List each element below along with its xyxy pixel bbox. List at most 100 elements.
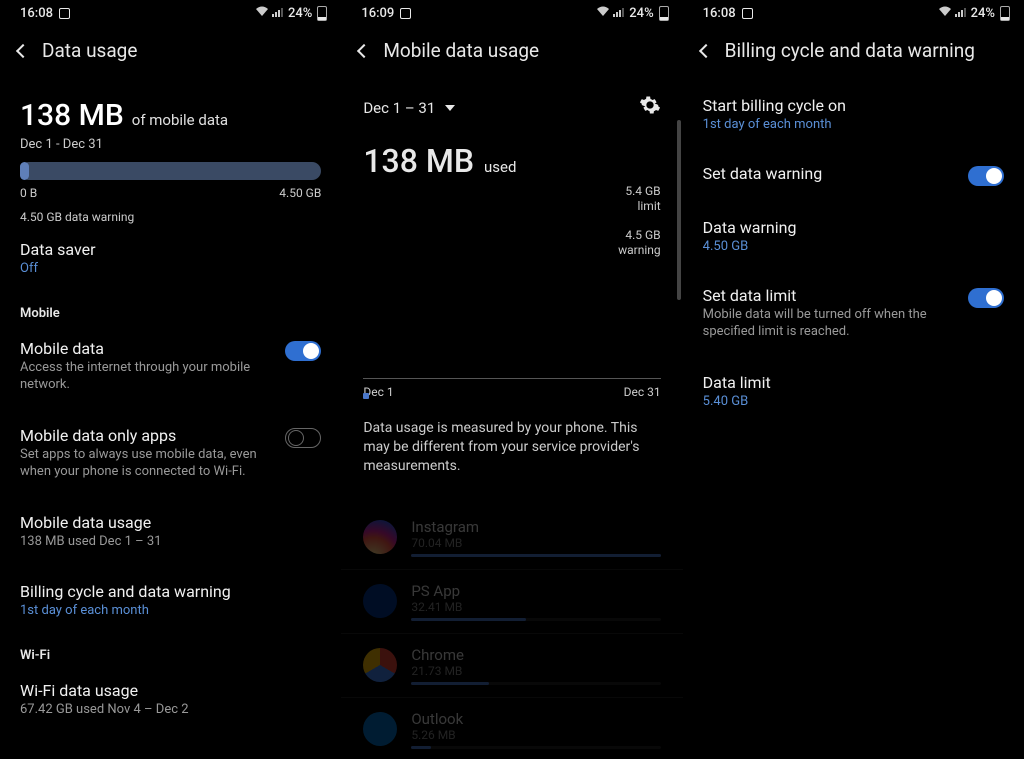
app-name: Outlook	[411, 710, 660, 728]
billing-cycle-row[interactable]: Billing cycle and data warning 1st day o…	[0, 566, 341, 634]
signal-icon	[272, 6, 285, 21]
set-warning-toggle[interactable]	[968, 166, 1004, 186]
wifi-icon	[596, 6, 610, 21]
wifi-usage-desc: 67.42 GB used Nov 4 – Dec 2	[20, 702, 321, 719]
signal-icon	[955, 6, 968, 21]
data-warning-value: 4.50 GB	[703, 239, 1004, 254]
app-size: 5.26 MB	[411, 728, 660, 742]
mobile-data-row[interactable]: Mobile data Access the internet through …	[0, 323, 341, 410]
chevron-down-icon	[445, 105, 455, 111]
back-icon[interactable]	[357, 43, 371, 57]
mobile-usage-desc: 138 MB used Dec 1 – 31	[20, 534, 321, 551]
back-icon[interactable]	[699, 43, 713, 57]
app-row[interactable]: Instagram 70.04 MB	[341, 506, 682, 570]
battery-icon	[659, 6, 669, 21]
set-limit-desc: Mobile data will be turned off when the …	[703, 307, 956, 341]
app-list: Instagram 70.04 MB PS App 32.41 MB Chrom…	[341, 506, 682, 759]
app-size: 21.73 MB	[411, 664, 660, 678]
back-icon[interactable]	[16, 43, 30, 57]
usage-amount: 138 MB	[20, 98, 124, 133]
warning-text: 4.50 GB data warning	[0, 200, 341, 224]
clock: 16:09	[361, 6, 394, 21]
app-size: 70.04 MB	[411, 536, 660, 550]
period-text: Dec 1 – 31	[363, 99, 435, 117]
status-bar: 16:08 24%	[683, 0, 1024, 25]
header: Data usage	[0, 25, 341, 80]
warning-value: 4.5 GB	[363, 228, 660, 243]
wifi-usage-row[interactable]: Wi-Fi data usage 67.42 GB used Nov 4 – D…	[0, 665, 341, 735]
scroll-indicator	[677, 120, 681, 300]
usage-progress-fill	[20, 162, 29, 180]
data-saver-row[interactable]: Data saver Off	[0, 224, 341, 292]
picture-icon	[742, 8, 753, 19]
section-wifi: Wi-Fi	[0, 634, 341, 665]
battery-percent: 24%	[629, 6, 653, 21]
set-limit-title: Set data limit	[703, 286, 956, 305]
period-selector[interactable]: Dec 1 – 31	[363, 98, 455, 117]
app-row[interactable]: Chrome 21.73 MB	[341, 634, 682, 698]
set-data-warning-row[interactable]: Set data warning	[683, 148, 1024, 202]
app-name: Instagram	[411, 518, 660, 536]
set-limit-toggle[interactable]	[968, 288, 1004, 308]
mobile-only-toggle[interactable]	[285, 428, 321, 448]
mobile-only-apps-row[interactable]: Mobile data only apps Set apps to always…	[0, 410, 341, 497]
header: Mobile data usage	[341, 25, 682, 80]
battery-percent: 24%	[288, 6, 312, 21]
data-limit-row[interactable]: Data limit 5.40 GB	[683, 357, 1024, 425]
start-billing-value: 1st day of each month	[703, 117, 1004, 132]
clock: 16:08	[20, 6, 53, 21]
psapp-icon	[363, 584, 397, 618]
measurement-note: Data usage is measured by your phone. Th…	[341, 399, 682, 476]
status-bar: 16:09 24%	[341, 0, 682, 25]
set-warning-title: Set data warning	[703, 164, 956, 183]
limit-label: limit	[363, 199, 660, 214]
limit-value: 5.4 GB	[363, 184, 660, 199]
mobile-only-title: Mobile data only apps	[20, 426, 273, 445]
wifi-usage-title: Wi-Fi data usage	[20, 681, 321, 700]
progress-max: 4.50 GB	[279, 186, 321, 200]
status-bar: 16:08 24%	[0, 0, 341, 25]
data-warning-row[interactable]: Data warning 4.50 GB	[683, 202, 1024, 270]
usage-summary: 138 MB of mobile data Dec 1 - Dec 31	[0, 80, 341, 152]
app-row[interactable]: PS App 32.41 MB	[341, 570, 682, 634]
limit-info: 5.4 GB limit 4.5 GB warning	[341, 180, 682, 258]
data-usage-screen: 16:08 24% Data usage 138 MB of mobile da…	[0, 0, 341, 759]
chart-bar	[363, 393, 369, 399]
page-title: Data usage	[42, 39, 137, 62]
mobile-data-usage-row[interactable]: Mobile data usage 138 MB used Dec 1 – 31	[0, 497, 341, 567]
battery-icon	[317, 6, 327, 21]
date-range: Dec 1 - Dec 31	[20, 137, 321, 152]
chart-axis	[363, 378, 660, 379]
usage-amount: 138 MB	[363, 142, 474, 180]
signal-icon	[613, 6, 626, 21]
mobile-usage-title: Mobile data usage	[20, 513, 321, 532]
data-limit-title: Data limit	[703, 373, 1004, 392]
usage-chart: Dec 1 Dec 31	[363, 378, 660, 399]
page-title: Mobile data usage	[383, 39, 539, 62]
settings-icon[interactable]	[639, 94, 661, 120]
mobile-data-title: Mobile data	[20, 339, 273, 358]
data-saver-title: Data saver	[20, 240, 321, 259]
mobile-data-toggle[interactable]	[285, 341, 321, 361]
data-limit-value: 5.40 GB	[703, 394, 1004, 409]
usage-progress	[20, 162, 321, 180]
warning-label: warning	[363, 243, 660, 258]
usage-suffix: of mobile data	[132, 111, 228, 129]
outlook-icon	[363, 712, 397, 746]
app-size: 32.41 MB	[411, 600, 660, 614]
battery-percent: 24%	[971, 6, 995, 21]
app-row[interactable]: Outlook 5.26 MB	[341, 698, 682, 759]
mobile-only-desc: Set apps to always use mobile data, even…	[20, 447, 273, 481]
used-label: used	[484, 158, 516, 176]
billing-cycle-screen: 16:08 24% Billing cycle and data warning…	[683, 0, 1024, 759]
picture-icon	[59, 8, 70, 19]
progress-labels: 0 B 4.50 GB	[0, 180, 341, 200]
start-billing-row[interactable]: Start billing cycle on 1st day of each m…	[683, 80, 1024, 148]
picture-icon	[400, 8, 411, 19]
set-data-limit-row[interactable]: Set data limit Mobile data will be turne…	[683, 270, 1024, 357]
mobile-data-desc: Access the internet through your mobile …	[20, 360, 273, 394]
header: Billing cycle and data warning	[683, 25, 1024, 80]
instagram-icon	[363, 520, 397, 554]
mobile-data-usage-screen: 16:09 24% Mobile data usage Dec 1 – 31 1…	[341, 0, 682, 759]
clock: 16:08	[703, 6, 736, 21]
